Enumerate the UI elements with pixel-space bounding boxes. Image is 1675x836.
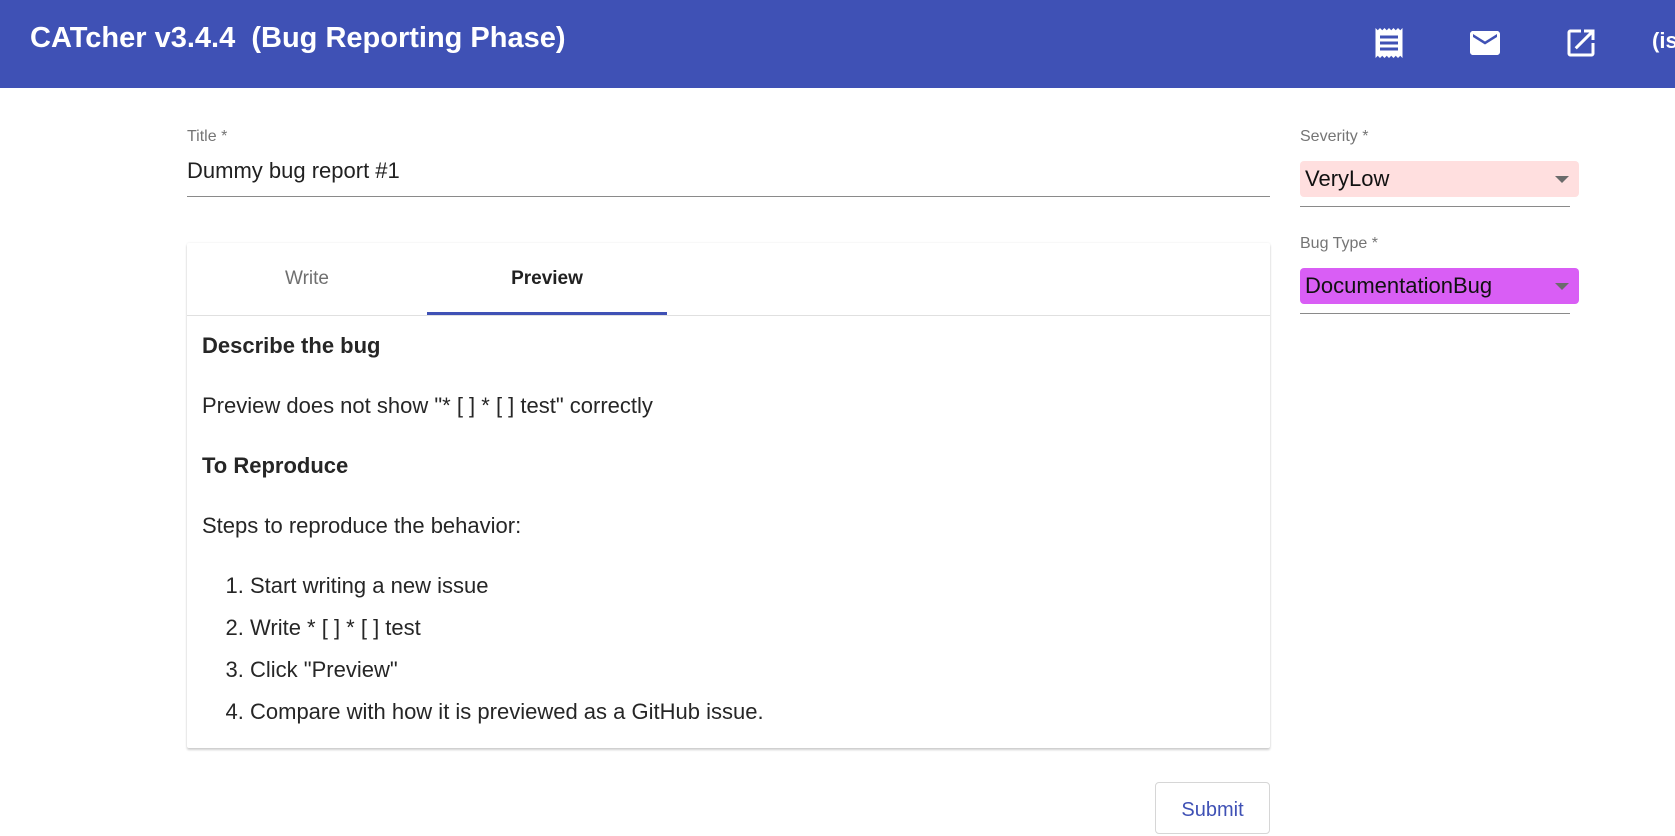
preview-paragraph-steps: Steps to reproduce the behavior: [202, 513, 522, 538]
open-in-new-icon[interactable] [1563, 25, 1599, 61]
bug-type-select[interactable]: DocumentationBug [1300, 268, 1579, 304]
preview-paragraph-describe: Preview does not show "* [ ] * [ ] test"… [202, 393, 653, 418]
submit-button[interactable]: Submit [1155, 782, 1270, 834]
list-item: Start writing a new issue [250, 573, 1252, 615]
severity-select[interactable]: VeryLow [1300, 161, 1579, 197]
list-item: Click "Preview" [250, 657, 1252, 699]
dropdown-arrow-icon [1555, 176, 1569, 183]
mail-icon[interactable] [1467, 25, 1503, 61]
steps-list: Start writing a new issue Write * [ ] * … [202, 573, 1252, 741]
description-card: Write Preview Describe the bug Preview d… [187, 243, 1270, 748]
tab-write[interactable]: Write [187, 243, 427, 315]
app-title: CATcher v3.4.4 (Bug Reporting Phase) [30, 22, 566, 54]
severity-underline [1300, 206, 1570, 207]
title-underline [187, 196, 1270, 197]
receipt-icon[interactable] [1371, 25, 1407, 61]
severity-value: VeryLow [1305, 166, 1390, 191]
preview-heading-describe: Describe the bug [202, 333, 381, 358]
preview-content: Describe the bug Preview does not show "… [202, 333, 1252, 741]
list-item: Compare with how it is previewed as a Gi… [250, 699, 1252, 741]
title-field: Title * [187, 128, 1270, 198]
dropdown-arrow-icon [1555, 283, 1569, 290]
app-toolbar: CATcher v3.4.4 (Bug Reporting Phase) (is [0, 0, 1675, 88]
preview-heading-reproduce: To Reproduce [202, 453, 349, 478]
tab-bar: Write Preview [187, 243, 1270, 316]
severity-label: Severity * [1300, 128, 1369, 145]
list-item: Write * [ ] * [ ] test [250, 615, 1252, 657]
title-label: Title * [187, 128, 228, 145]
active-tab-indicator [427, 312, 667, 315]
title-input[interactable] [187, 158, 1270, 184]
tab-preview[interactable]: Preview [427, 243, 667, 315]
bug-type-value: DocumentationBug [1305, 273, 1493, 298]
bug-type-label: Bug Type * [1300, 235, 1378, 252]
bug-type-underline [1300, 313, 1570, 314]
bug-type-field: Bug Type * DocumentationBug [1300, 235, 1580, 317]
toolbar-cut-text[interactable]: (is [1652, 28, 1675, 54]
severity-field: Severity * VeryLow [1300, 128, 1580, 210]
